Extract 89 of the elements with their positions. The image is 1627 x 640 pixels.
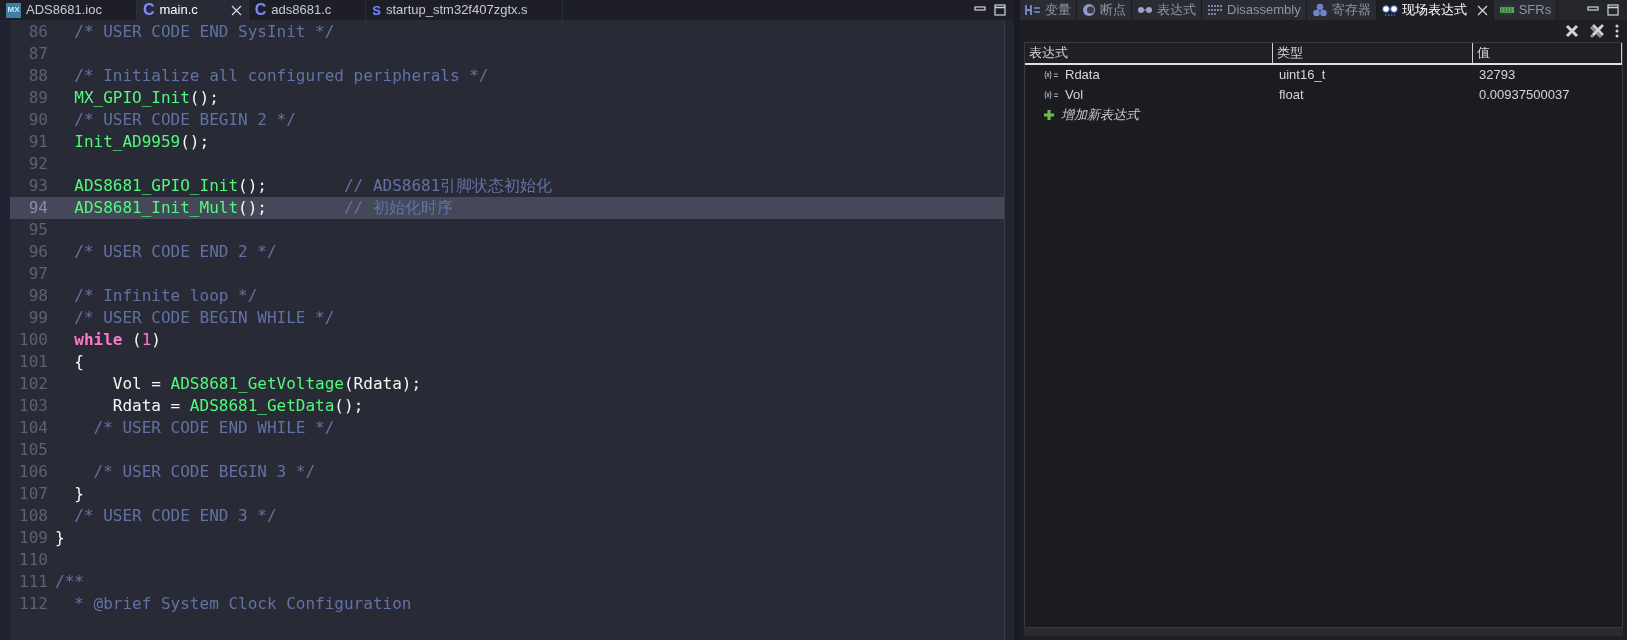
column-header[interactable]: 值 [1473,43,1622,63]
line-number: 111 [18,571,49,593]
line-number: 107 [18,483,49,505]
line-number: 102 [18,373,49,395]
code-line: /* USER CODE BEGIN 3 */ [92,461,317,483]
line-number: 86 [27,21,49,43]
line-number: 108 [18,505,49,527]
expressions-icon [1137,5,1153,15]
value-cell-text: 0.00937500037 [1478,86,1571,105]
line-number: 87 [27,43,49,65]
code-line: } [73,483,85,505]
line-number: 103 [18,395,49,417]
file-tab[interactable]: C main.c [136,0,249,20]
view-tab[interactable]: 变量 [1020,0,1077,20]
code-line: MX_GPIO_Init(); [73,87,220,109]
view-tab[interactable]: 表达式 [1132,0,1202,20]
live-expressions-icon [1381,4,1398,16]
expression-cell-text: Rdata [1065,66,1100,85]
line-number: 92 [27,153,49,175]
view-tab[interactable]: Disassembly [1202,0,1307,20]
code-line: Init_AD9959(); [73,131,211,153]
code-line: /* USER CODE END 2 */ [73,241,278,263]
close-icon[interactable] [230,4,242,16]
code-line: ADS8681_Init_Mult(); // 初始化时序 [73,197,453,219]
line-number: 99 [27,307,49,329]
expression-cell-text: Vol [1065,86,1084,105]
line-number: 104 [18,417,49,439]
code-line: /* USER CODE BEGIN 2 */ [73,109,297,131]
breakpoint-icon [1082,3,1096,17]
remove-icon[interactable] [1565,24,1579,38]
line-number: 105 [18,439,49,461]
view-tab[interactable]: 现场表达式 [1376,0,1494,20]
file-icon: MX [6,2,21,18]
code-line: ADS8681_GPIO_Init(); // ADS8681引脚状态初始化 [73,175,553,197]
view-tab[interactable]: 寄存器 [1306,0,1377,20]
line-number: 93 [27,175,49,197]
line-number: 112 [18,593,49,615]
view-tab[interactable]: 断点 [1077,0,1132,20]
line-number: 97 [27,263,49,285]
add-expression-link[interactable]: 增加新表达式 [1061,105,1139,125]
view-tab[interactable]: SFRs [1493,0,1558,20]
line-number: 94 [27,197,49,219]
variable-icon [1043,70,1059,80]
more-options-icon[interactable] [1615,24,1619,38]
code-line: } [54,527,66,549]
plus-icon [1043,109,1055,121]
code-line: { [73,351,85,373]
code-line: /* Infinite loop */ [73,285,259,307]
disassembly-icon [1207,4,1223,16]
line-number: 100 [18,329,49,351]
file-icon: C [254,2,267,18]
code-line: Vol = ADS8681_GetVoltage(Rdata); [111,373,422,395]
maximize-icon[interactable] [1607,4,1619,16]
code-line: /* Initialize all configured peripherals */ [73,65,489,87]
line-number: 110 [18,549,49,571]
line-number: 106 [18,461,49,483]
type-cell-text: float [1278,86,1305,105]
line-number: 88 [27,65,49,87]
vertical-scrollbar[interactable] [1004,20,1014,640]
line-number: 96 [27,241,49,263]
variable-icon [1043,90,1059,100]
line-number: 91 [27,131,49,153]
remove-all-icon[interactable] [1589,23,1605,39]
registers-icon [1311,3,1328,17]
code-line: /* USER CODE END SysInit */ [73,21,336,43]
column-header[interactable]: 类型 [1273,43,1473,63]
column-header[interactable]: 表达式 [1025,43,1273,63]
value-cell-text: 32793 [1478,66,1517,85]
code-line: /** [54,571,85,593]
code-line: /* USER CODE BEGIN WHILE */ [73,307,336,329]
file-icon: S [372,3,381,17]
line-number: 101 [18,351,49,373]
horizontal-scrollbar[interactable] [1024,628,1623,636]
code-line: Rdata = ADS8681_GetData(); [111,395,364,417]
code-line: /* USER CODE END 3 */ [73,505,278,527]
close-icon[interactable] [1476,4,1488,16]
type-cell-text: uint16_t [1278,66,1327,85]
variables-icon [1025,4,1041,16]
line-number: 95 [27,219,49,241]
sfr-chip-icon [1498,5,1515,15]
line-number: 109 [18,527,49,549]
code-line: while (1) [73,329,162,351]
line-number: 90 [27,109,49,131]
line-number: 98 [27,285,49,307]
line-number: 89 [27,87,49,109]
code-line: * @brief System Clock Configuration [73,593,412,615]
code-line: /* USER CODE END WHILE */ [92,417,336,439]
file-icon: C [142,2,155,18]
maximize-icon[interactable] [994,4,1006,16]
